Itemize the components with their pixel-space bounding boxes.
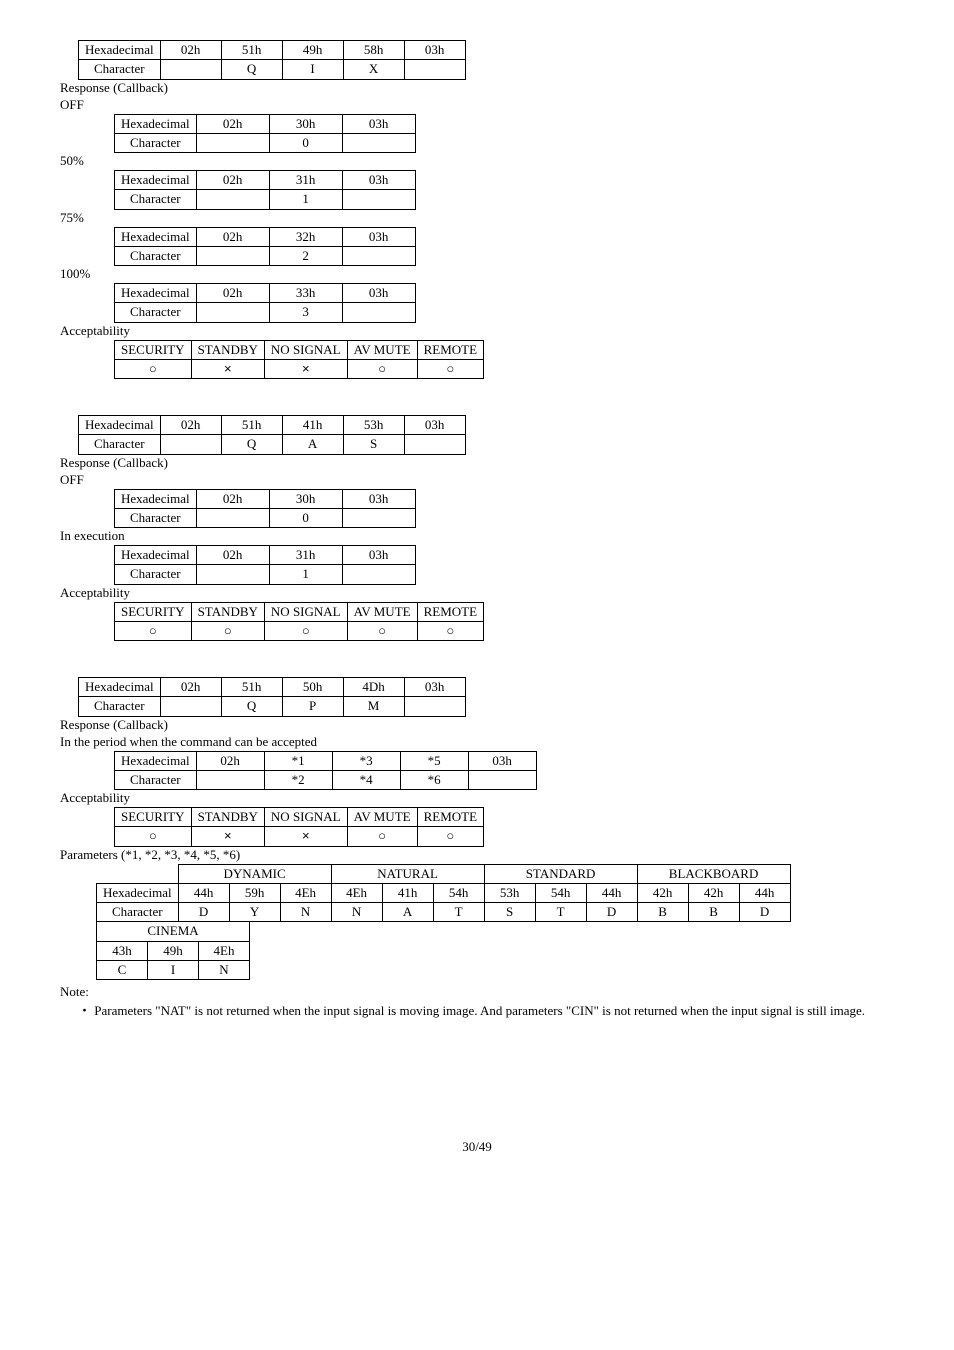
pct75-label: 75% (60, 210, 894, 226)
inperiod-label: In the period when the command can be ac… (60, 734, 894, 750)
char-label: Character (79, 60, 161, 79)
response-label: Response (Callback) (60, 80, 894, 96)
bullet-icon: ・ (78, 1003, 91, 1018)
off-label: OFF (60, 97, 894, 113)
sec1-accept-table: SECURITY STANDBY NO SIGNAL AV MUTE REMOT… (114, 340, 484, 380)
sec2-inexec-table: Hexadecimal 02h 31h 03h Character 1 (114, 545, 416, 585)
sec3-cinema-table: CINEMA 43h 49h 4Eh C I N (96, 922, 250, 980)
page-number: 30/49 (60, 1139, 894, 1155)
sec1-100-table: Hexadecimal 02h 33h 03h Character 3 (114, 283, 416, 323)
params-header: Parameters (*1, *2, *3, *4, *5, *6) (60, 847, 894, 863)
pct50-label: 50% (60, 153, 894, 169)
acceptability-label: Acceptability (60, 323, 894, 339)
hex-label: Hexadecimal (79, 41, 161, 60)
sec1-75-table: Hexadecimal 02h 32h 03h Character 2 (114, 227, 416, 267)
sec2-top-table: Hexadecimal 02h 51h 41h 53h 03h Characte… (78, 415, 466, 455)
note-text: ・ Parameters "NAT" is not returned when … (90, 1000, 894, 1019)
sec2-off-table: Hexadecimal 02h 30h 03h Character 0 (114, 489, 416, 529)
sec3-period-table: Hexadecimal 02h *1 *3 *5 03h Character *… (114, 751, 537, 791)
sec1-top-table: Hexadecimal 02h 51h 49h 58h 03h Characte… (78, 40, 466, 80)
sec1-off-table: Hexadecimal 02h 30h 03h Character 0 (114, 114, 416, 154)
section-1: Hexadecimal 02h 51h 49h 58h 03h Characte… (60, 40, 894, 379)
sec3-top-table: Hexadecimal 02h 51h 50h 4Dh 03h Characte… (78, 677, 466, 717)
inexec-label: In execution (60, 528, 894, 544)
sec3-params-main-table: DYNAMIC NATURAL STANDARD BLACKBOARD Hexa… (96, 864, 791, 923)
pct100-label: 100% (60, 266, 894, 282)
sec1-50-table: Hexadecimal 02h 31h 03h Character 1 (114, 170, 416, 210)
sec3-accept-table: SECURITY STANDBY NO SIGNAL AV MUTE REMOT… (114, 807, 484, 847)
note-label: Note: (60, 984, 894, 1000)
section-3: Hexadecimal 02h 51h 50h 4Dh 03h Characte… (60, 677, 894, 1019)
sec2-accept-table: SECURITY STANDBY NO SIGNAL AV MUTE REMOT… (114, 602, 484, 642)
section-2: Hexadecimal 02h 51h 41h 53h 03h Characte… (60, 415, 894, 641)
